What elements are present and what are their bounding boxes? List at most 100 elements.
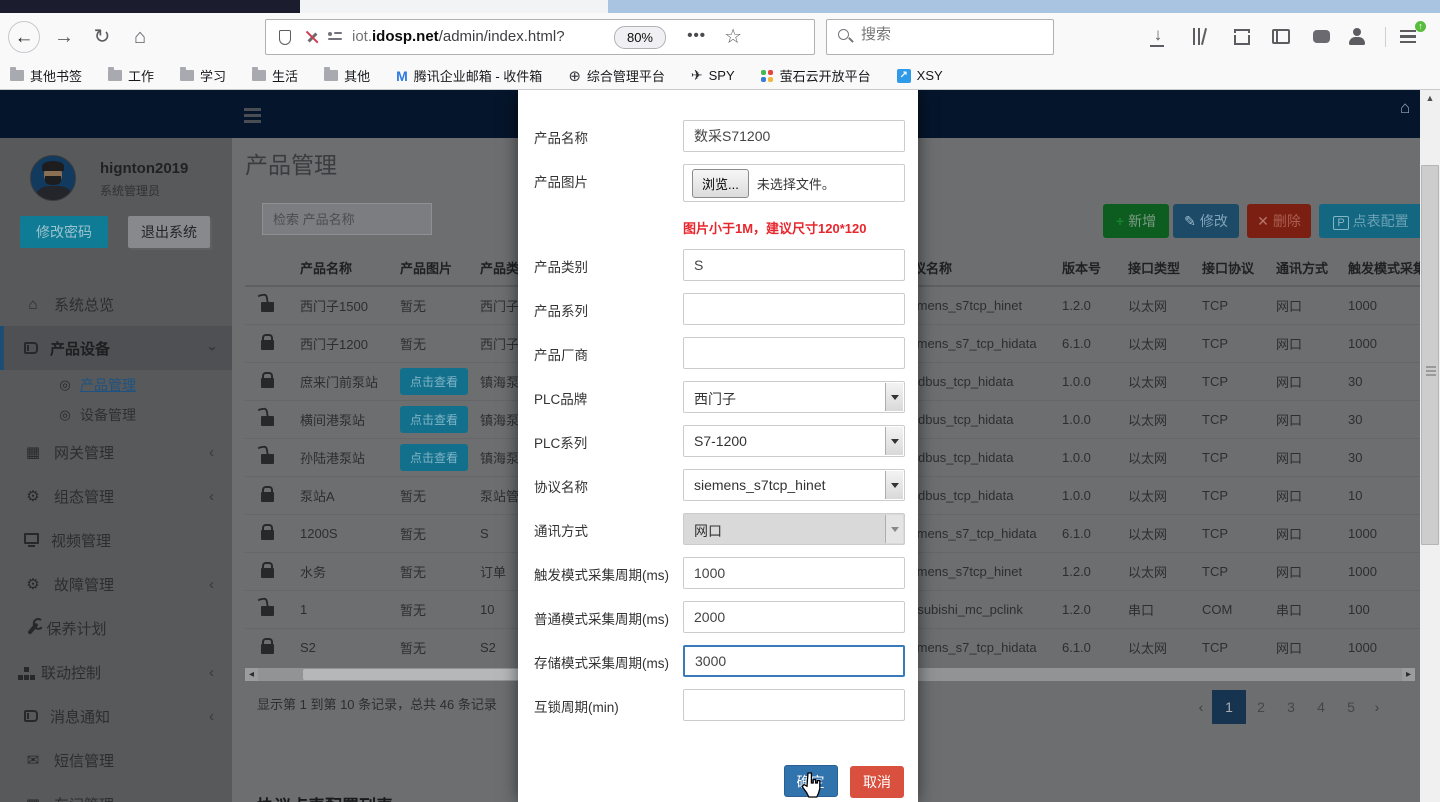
url-text[interactable]: iot.idosp.net/admin/index.html? [352, 28, 565, 45]
reload-button[interactable]: ↻ [86, 21, 118, 53]
normal-period-input[interactable] [683, 601, 905, 633]
sidebar-item-短信管理[interactable]: ✉短信管理 [0, 738, 232, 782]
product-name-input[interactable] [683, 120, 905, 152]
trigger-period-input[interactable] [683, 557, 905, 589]
screenshot-icon[interactable] [1234, 29, 1250, 45]
column-header[interactable]: 通讯方式 [1266, 250, 1338, 286]
vertical-scrollbar-thumb[interactable] [1421, 165, 1439, 545]
product-series-input[interactable] [683, 293, 905, 325]
product-search-input[interactable] [262, 203, 432, 235]
account-icon[interactable] [1348, 28, 1368, 48]
home-icon: ⌂ [24, 296, 42, 313]
submenu-item-设备管理[interactable]: ◎设备管理 [0, 400, 232, 430]
plus-icon: + [1116, 213, 1124, 229]
table-cell: TCP [1192, 514, 1266, 552]
menu-label: 车间管理 [54, 794, 232, 802]
pagination-page-3[interactable]: 3 [1276, 690, 1306, 724]
plc-brand-select[interactable]: 西门子 [683, 381, 905, 413]
sidebar-item-视频管理[interactable]: 视频管理 [0, 518, 232, 562]
submenu-item-产品管理[interactable]: ◎产品管理 [0, 370, 232, 400]
view-image-button[interactable]: 点击查看 [400, 368, 468, 395]
browser-vertical-scrollbar[interactable]: ▲ [1420, 90, 1440, 802]
bookmark-item[interactable]: 萤石云开放平台 [761, 66, 871, 85]
change-password-button[interactable]: 修改密码 [20, 216, 108, 248]
content-blocked-icon[interactable] [304, 29, 320, 45]
dropdown-arrow-icon[interactable] [885, 471, 903, 499]
add-button[interactable]: +新增 [1103, 204, 1169, 238]
navbar-home-icon[interactable]: ⌂ [1400, 98, 1410, 118]
bookmark-item[interactable]: M腾讯企业邮箱 - 收件箱 [396, 66, 542, 85]
sidebar-item-保养计划[interactable]: 保养计划 [0, 606, 232, 650]
column-header[interactable]: 接口类型 [1118, 250, 1192, 286]
sidebar-item-组态管理[interactable]: ⚙组态管理‹ [0, 474, 232, 518]
scroll-right-icon[interactable]: ▸ [1402, 668, 1415, 681]
back-button[interactable]: ← [8, 21, 40, 53]
permissions-icon[interactable] [328, 31, 342, 43]
bookmark-item[interactable]: 其他书签 [10, 66, 82, 85]
protocol-select[interactable]: siemens_s7tcp_hinet [683, 469, 905, 501]
product-vendor-input[interactable] [683, 337, 905, 369]
sidebar-item-消息通知[interactable]: 消息通知‹ [0, 694, 232, 738]
sidebar-item-故障管理[interactable]: ⚙故障管理‹ [0, 562, 232, 606]
column-header[interactable]: 产品名称 [290, 250, 390, 286]
bookmark-item[interactable]: ✈SPY [691, 67, 735, 84]
table-cell: TCP [1192, 628, 1266, 666]
scroll-left-icon[interactable]: ◂ [245, 668, 258, 681]
zoom-level-badge[interactable]: 80% [614, 26, 666, 49]
bookmark-item[interactable]: 其他 [324, 66, 370, 85]
library-icon[interactable] [1190, 27, 1210, 47]
file-input[interactable]: 浏览... 未选择文件。 [683, 164, 905, 202]
bookmark-item[interactable]: ↗XSY [897, 68, 943, 83]
field-label-plc-brand: PLC品牌 [534, 381, 683, 413]
sidebar-collapse-icon[interactable] [244, 105, 261, 126]
sidebar-toggle-icon[interactable] [1272, 29, 1290, 44]
pagination-page-5[interactable]: 5 [1336, 690, 1366, 724]
browse-button[interactable]: 浏览... [692, 169, 749, 198]
pagination-page-2[interactable]: 2 [1246, 690, 1276, 724]
bookmark-item[interactable]: 工作 [108, 66, 154, 85]
plc-series-select[interactable]: S7-1200 [683, 425, 905, 457]
interlock-period-input[interactable] [683, 689, 905, 721]
bookmark-item[interactable]: ⊕综合管理平台 [568, 66, 665, 85]
messages-icon[interactable] [1313, 30, 1330, 43]
browser-search-box[interactable] [826, 19, 1054, 55]
bookmark-item[interactable]: 生活 [252, 66, 298, 85]
view-image-button[interactable]: 点击查看 [400, 444, 468, 471]
scroll-up-icon[interactable]: ▲ [1420, 90, 1440, 106]
lock-icon [261, 530, 274, 540]
sidebar-item-联动控制[interactable]: 联动控制‹ [0, 650, 232, 694]
column-header[interactable]: 版本号 [1052, 250, 1118, 286]
logout-button[interactable]: 退出系统 [128, 216, 210, 248]
view-image-button[interactable]: 点击查看 [400, 406, 468, 433]
edit-button[interactable]: ✎修改 [1173, 204, 1239, 238]
pagination-next[interactable]: › [1366, 690, 1388, 724]
table-cell: 以太网 [1118, 324, 1192, 362]
column-header[interactable]: 产品图片 [390, 250, 470, 286]
pagination-prev[interactable]: ‹ [1190, 690, 1212, 724]
sidebar-item-系统总览[interactable]: ⌂系统总览 [0, 282, 232, 326]
product-category-input[interactable] [683, 249, 905, 281]
downloads-icon[interactable]: ↓ [1148, 27, 1168, 47]
forward-button[interactable]: → [48, 21, 80, 53]
pagination-page-4[interactable]: 4 [1306, 690, 1336, 724]
bookmark-star-icon[interactable]: ☆ [724, 24, 742, 49]
bookmark-item[interactable]: 学习 [180, 66, 226, 85]
dropdown-arrow-icon[interactable] [885, 427, 903, 455]
storage-period-input[interactable] [683, 645, 905, 677]
sidebar-item-车间管理[interactable]: ▦车间管理 [0, 782, 232, 802]
arrow-icon: ↗ [897, 69, 911, 83]
dropdown-arrow-icon[interactable] [885, 383, 903, 411]
delete-button[interactable]: ✕删除 [1247, 204, 1311, 238]
active-tab[interactable] [300, 0, 608, 13]
point-table-config-button[interactable]: P点表配置 [1319, 204, 1423, 238]
sidebar-item-产品设备[interactable]: 产品设备‹ [0, 326, 232, 370]
column-header[interactable]: 接口协议 [1192, 250, 1266, 286]
browser-search-input[interactable] [861, 26, 1041, 43]
url-bar[interactable]: iot.idosp.net/admin/index.html? 80% ••• … [265, 19, 815, 55]
page-actions-icon[interactable]: ••• [687, 27, 706, 44]
home-button[interactable]: ⌂ [124, 21, 156, 53]
sidebar-item-网关管理[interactable]: ▦网关管理‹ [0, 430, 232, 474]
cancel-button[interactable]: 取消 [850, 766, 904, 798]
pagination-page-1[interactable]: 1 [1212, 690, 1246, 724]
shield-icon[interactable] [279, 30, 291, 45]
